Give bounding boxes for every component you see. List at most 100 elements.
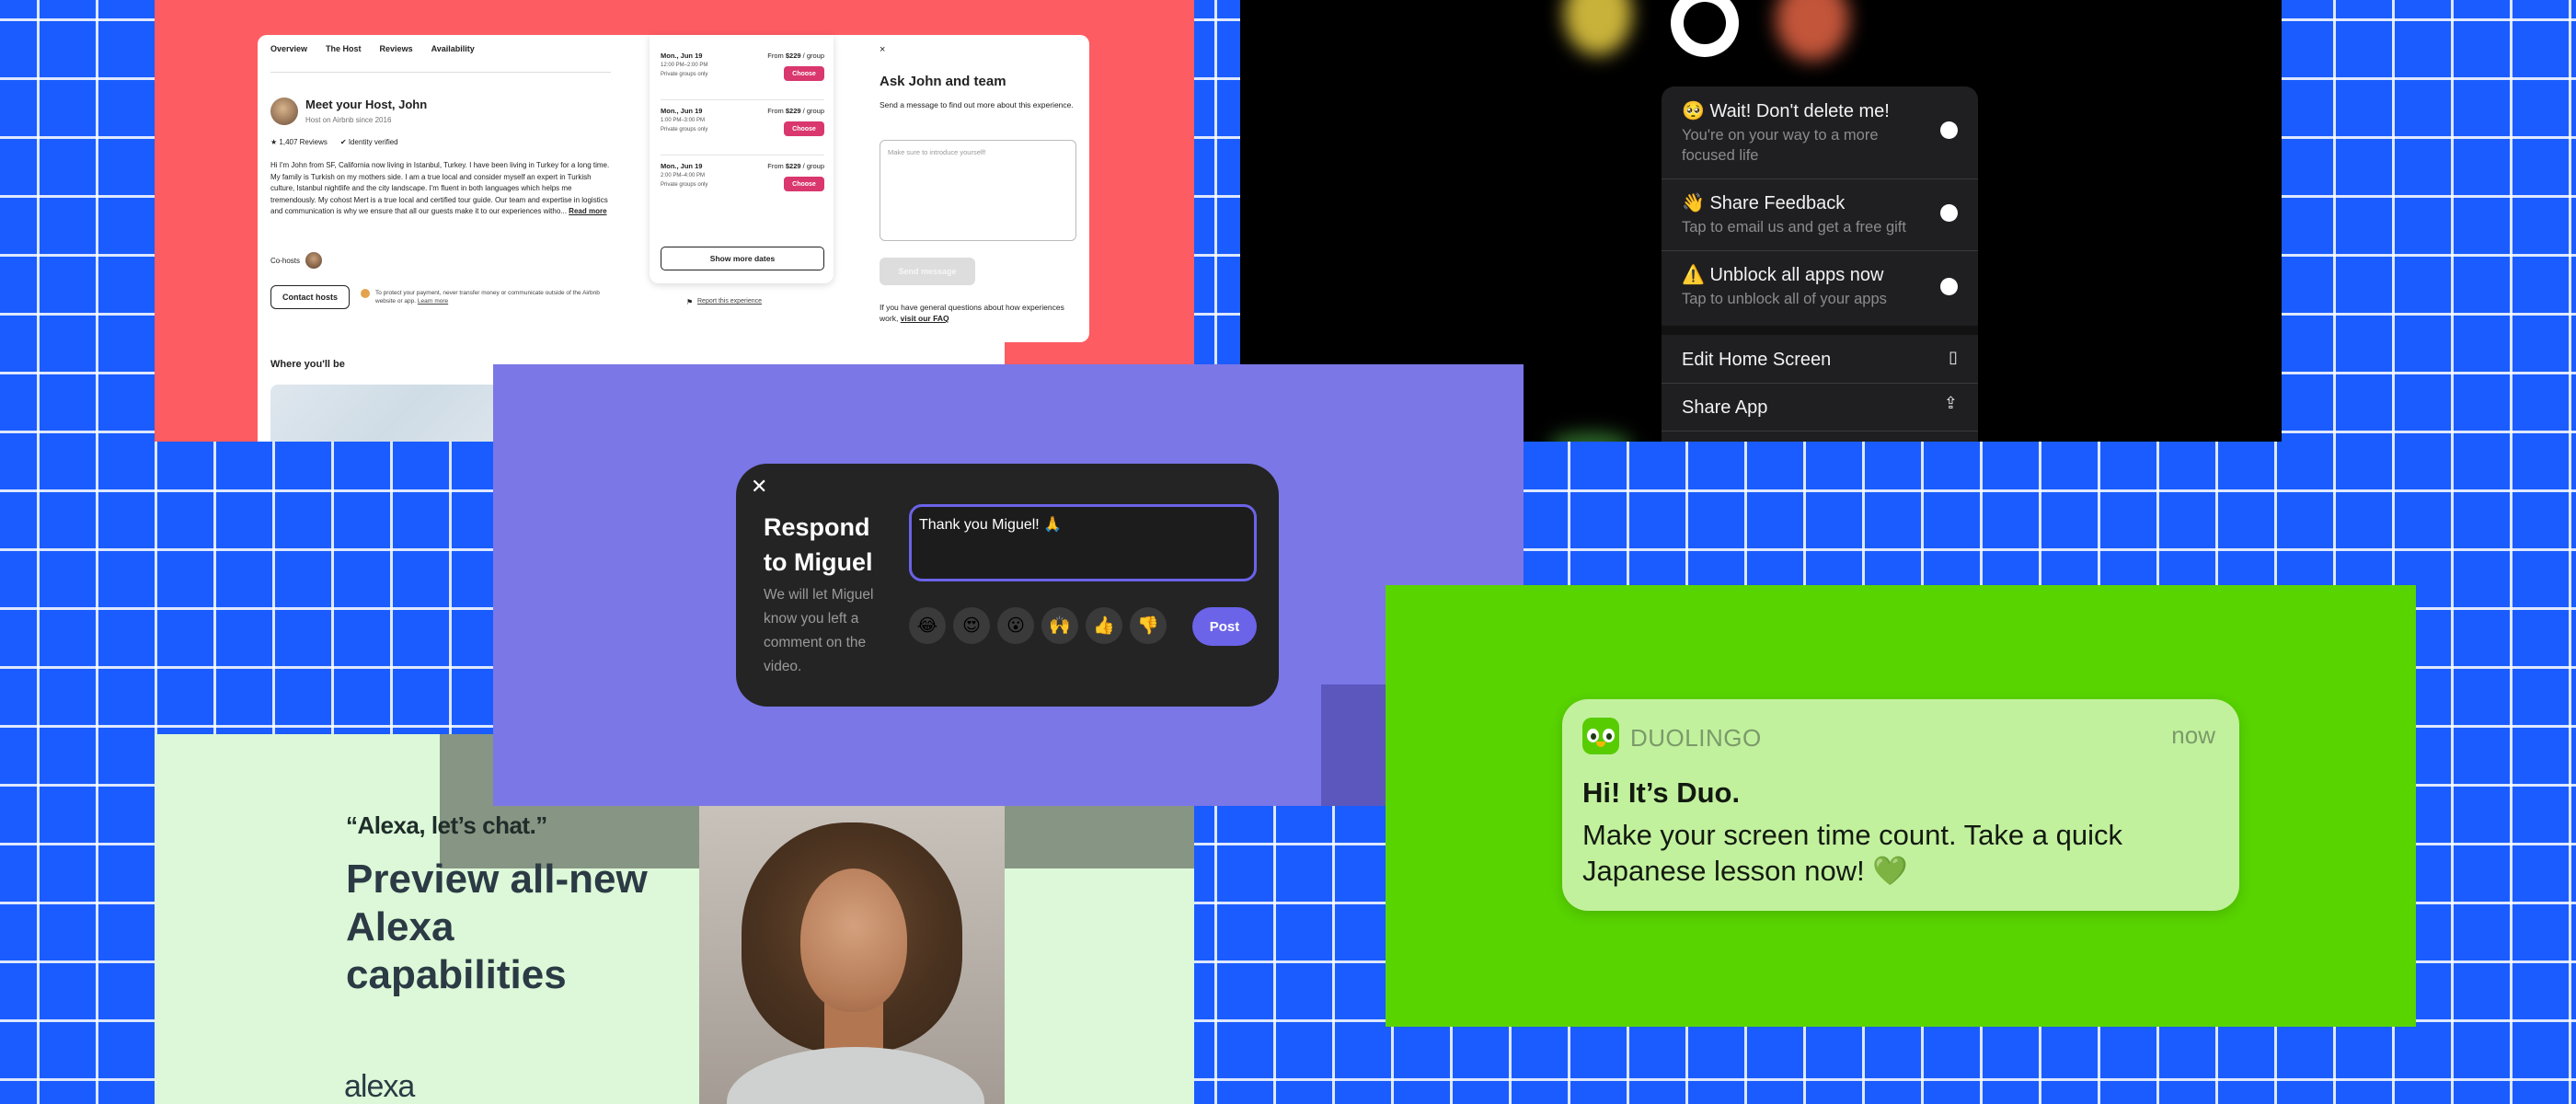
show-more-dates-button[interactable]: Show more dates xyxy=(661,247,824,270)
host-stats: ★ 1,407 Reviews ✔ Identity verified xyxy=(270,138,398,146)
duolingo-panel: DUOLINGO now Hi! It’s Duo. Make your scr… xyxy=(1386,585,2416,1027)
ask-subtitle: Send a message to find out more about th… xyxy=(880,100,1074,109)
date-slot: Mon., Jun 19 1:00 PM–3:00 PM Private gro… xyxy=(661,107,824,153)
emoji-wow-button[interactable]: 😮 xyxy=(997,607,1034,644)
menu-item-title: ⚠️ Unblock all apps now xyxy=(1682,265,1884,285)
section-tabs: Overview The Host Reviews Availability xyxy=(270,44,475,53)
ask-title: Ask John and team xyxy=(880,74,1006,89)
woman-photo xyxy=(699,806,1005,1104)
price-suffix: / group xyxy=(800,107,824,115)
date-slots-card: Mon., Jun 19 12:00 PM–2:00 PM Private gr… xyxy=(650,35,834,283)
emoji-thumbs-down-button[interactable]: 👎 xyxy=(1130,607,1167,644)
menu-item-edit-home-screen[interactable]: Edit Home Screen ▯ xyxy=(1662,335,1978,383)
bio-text: Hi I'm John from SF, California now livi… xyxy=(270,161,610,215)
slot-time: 1:00 PM–3:00 PM xyxy=(661,118,706,123)
alexa-headline: Preview all-new Alexa capabilities xyxy=(346,857,648,997)
choose-button[interactable]: Choose xyxy=(784,177,824,191)
comment-input[interactable]: Thank you Miguel! 🙏 xyxy=(909,504,1257,581)
tab-availability[interactable]: Availability xyxy=(431,44,475,53)
menu-item-subtitle: Tap to unblock all of your apps xyxy=(1682,291,1887,307)
post-button[interactable]: Post xyxy=(1192,607,1257,646)
verified-label: Identity verified xyxy=(348,138,398,146)
notification-body: Make your screen time count. Take a quic… xyxy=(1582,819,2122,887)
price-prefix: From xyxy=(767,107,786,115)
message-placeholder: Make sure to introduce yourself! xyxy=(888,148,986,156)
slot-date: Mon., Jun 19 xyxy=(661,52,703,60)
host-since: Host on Airbnb since 2016 xyxy=(305,116,392,124)
phone-icon: ▯ xyxy=(1949,348,1958,366)
read-more-link[interactable]: Read more xyxy=(569,207,606,215)
host-title: Meet your Host, John xyxy=(305,98,428,111)
reviews-count: ★ 1,407 Reviews xyxy=(270,138,328,146)
choose-button[interactable]: Choose xyxy=(784,121,824,136)
slot-note: Private groups only xyxy=(661,72,708,77)
respond-panel: ✕ Respond to Miguel We will let Miguel k… xyxy=(493,364,1524,806)
menu-item-title: 🥺 Wait! Don't delete me! xyxy=(1682,101,1890,121)
price-value: $229 xyxy=(785,52,801,60)
price-prefix: From xyxy=(767,162,786,170)
choose-button[interactable]: Choose xyxy=(784,66,824,81)
notification-app-name: DUOLINGO xyxy=(1630,724,1762,752)
menu-item-subtitle: You're on your way to a more focused lif… xyxy=(1682,127,1879,164)
message-textarea[interactable]: Make sure to introduce yourself! xyxy=(880,140,1076,241)
context-menu: 🥺 Wait! Don't delete me! You're on your … xyxy=(1662,86,1978,442)
menu-item-title: Share App xyxy=(1682,397,1768,418)
report-link[interactable]: Report this experience xyxy=(697,298,762,305)
ask-host-dialog: × Ask John and team Send a message to fi… xyxy=(867,35,1089,342)
emoji-laugh-button[interactable]: 😂 xyxy=(909,607,946,644)
tab-overview[interactable]: Overview xyxy=(270,44,307,53)
app-icon-blurred xyxy=(1564,0,1632,55)
slot-note: Private groups only xyxy=(661,127,708,132)
divider xyxy=(661,99,824,100)
cohost-avatar[interactable] xyxy=(305,252,323,269)
tab-the-host[interactable]: The Host xyxy=(326,44,362,53)
slot-price: From $229 / group xyxy=(767,107,824,115)
menu-item-dont-delete[interactable]: 🥺 Wait! Don't delete me! You're on your … xyxy=(1662,86,1978,175)
menu-item-title: 👋 Share Feedback xyxy=(1682,193,1846,213)
identity-verified: ✔ Identity verified xyxy=(340,138,398,146)
price-value: $229 xyxy=(785,107,801,115)
send-message-button[interactable]: Send message xyxy=(880,258,975,285)
notification-title: Hi! It’s Duo. xyxy=(1582,776,1741,809)
emoji-reactions: 😂 😍 😮 🙌 👍 👎 xyxy=(909,607,1167,644)
slot-time: 2:00 PM–4:00 PM xyxy=(661,173,706,178)
host-avatar[interactable] xyxy=(270,98,298,125)
section-divider xyxy=(1662,326,1978,335)
respond-dialog: ✕ Respond to Miguel We will let Miguel k… xyxy=(736,464,1279,707)
price-suffix: / group xyxy=(800,162,824,170)
flag-icon: ⚑ xyxy=(686,298,694,306)
date-slot: Mon., Jun 19 12:00 PM–2:00 PM Private gr… xyxy=(661,52,824,98)
close-icon[interactable]: × xyxy=(880,44,885,55)
emoji-raised-hands-button[interactable]: 🙌 xyxy=(1041,607,1078,644)
radio-icon xyxy=(1940,121,1958,139)
slot-time: 12:00 PM–2:00 PM xyxy=(661,63,708,68)
menu-item-share-feedback[interactable]: 👋 Share Feedback Tap to email us and get… xyxy=(1662,178,1978,250)
app-icon[interactable] xyxy=(1671,0,1739,57)
date-slot: Mon., Jun 19 2:00 PM–4:00 PM Private gro… xyxy=(661,162,824,208)
app-icon-blurred xyxy=(1549,432,1632,442)
duolingo-owl-icon xyxy=(1582,718,1619,754)
close-icon[interactable]: ✕ xyxy=(751,475,767,499)
app-icon-blurred xyxy=(1776,0,1849,61)
where-title: Where you'll be xyxy=(270,359,345,370)
emoji-heart-eyes-button[interactable]: 😍 xyxy=(953,607,990,644)
menu-item-subtitle: Tap to email us and get a free gift xyxy=(1682,219,1906,236)
faq-note: If you have general questions about how … xyxy=(880,302,1076,324)
contact-hosts-button[interactable]: Contact hosts xyxy=(270,285,350,309)
emoji-thumbs-up-button[interactable]: 👍 xyxy=(1086,607,1122,644)
slot-date: Mon., Jun 19 xyxy=(661,162,703,170)
learn-more-link[interactable]: Learn more xyxy=(418,298,448,305)
menu-item-share-app[interactable]: Share App ⇪ xyxy=(1662,383,1978,431)
protect-text: To protect your payment, never transfer … xyxy=(375,289,600,305)
tab-reviews[interactable]: Reviews xyxy=(380,44,413,53)
host-bio: Hi I'm John from SF, California now livi… xyxy=(270,160,611,218)
menu-item-unblock-apps[interactable]: ⚠️ Unblock all apps now Tap to unblock a… xyxy=(1662,250,1978,324)
share-icon: ⇪ xyxy=(1943,394,1958,412)
divider xyxy=(270,72,611,73)
faq-link[interactable]: visit our FAQ xyxy=(901,314,949,323)
radio-icon xyxy=(1940,278,1958,295)
price-value: $229 xyxy=(785,162,801,170)
respond-description: We will let Miguel know you left a comme… xyxy=(764,587,874,674)
push-notification[interactable]: DUOLINGO now Hi! It’s Duo. Make your scr… xyxy=(1562,699,2239,911)
decor-block xyxy=(1321,684,1386,806)
